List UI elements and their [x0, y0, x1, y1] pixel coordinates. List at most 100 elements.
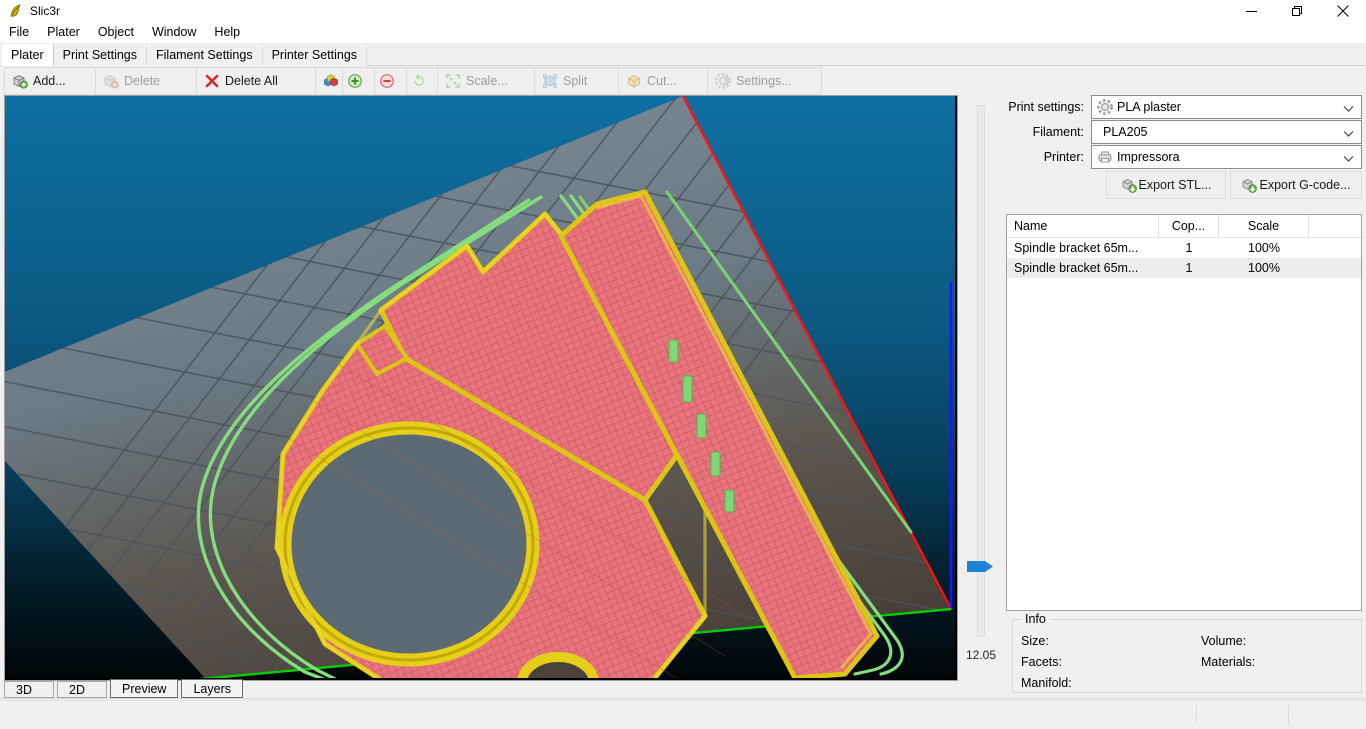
view-tab-layers[interactable]: Layers	[181, 679, 243, 698]
export-stl-button[interactable]: Export STL...	[1106, 171, 1226, 199]
print-settings-combo[interactable]: PLA plaster	[1091, 95, 1362, 119]
filament-row: Filament: PLA205	[1006, 120, 1362, 144]
delete-button[interactable]: Delete	[95, 67, 197, 95]
add-button-label: Add...	[33, 74, 66, 88]
object-list[interactable]: Name Cop... Scale Spindle bracket 65m...…	[1006, 214, 1362, 611]
right-panel: Print settings: PLA plaster Filament: PL…	[1006, 95, 1362, 696]
print-settings-label: Print settings:	[1008, 100, 1084, 114]
cut-button[interactable]: Cut...	[618, 67, 708, 95]
object-settings-button[interactable]: Settings...	[707, 67, 822, 95]
printer-combo[interactable]: Impressora	[1091, 145, 1362, 169]
tab-plater[interactable]: Plater	[2, 44, 54, 66]
split-button-label: Split	[563, 74, 588, 88]
column-header-copies[interactable]: Cop...	[1159, 215, 1219, 237]
scale-button[interactable]: Scale...	[437, 67, 535, 95]
info-line-facets: Facets: Materials:	[1021, 651, 1351, 672]
layer-height-value: 12.05	[965, 648, 997, 662]
info-line-manifold: Manifold:	[1021, 672, 1351, 693]
scale-button-label: Scale...	[466, 74, 508, 88]
slic3r-window: Slic3r File Plater Object Window Help Pl…	[0, 0, 1366, 729]
export-gcode-icon	[1241, 177, 1258, 193]
scale-icon	[445, 73, 461, 89]
object-copies: 1	[1185, 241, 1193, 255]
delete-object-icon	[103, 73, 119, 89]
gear-icon	[1097, 99, 1113, 115]
slic3r-logo-icon	[8, 3, 24, 19]
info-box: Info Size: Volume: Facets: Materials: Ma…	[1012, 612, 1362, 693]
split-button[interactable]: Split	[534, 67, 619, 95]
gcode-preview-render	[5, 96, 955, 678]
filament-label: Filament:	[1032, 125, 1084, 139]
view-tab-bar: 3D 2D Preview Layers	[4, 679, 246, 698]
chevron-down-icon[interactable]	[1343, 127, 1354, 141]
column-header-filler	[1309, 215, 1361, 237]
menu-plater[interactable]: Plater	[38, 23, 89, 42]
chevron-down-icon[interactable]	[1343, 152, 1354, 166]
delete-all-button-label: Delete All	[225, 74, 278, 88]
object-settings-button-label: Settings...	[736, 74, 792, 88]
object-scale: 100%	[1248, 261, 1280, 275]
rotate-ccw-button[interactable]	[406, 67, 439, 95]
restore-button[interactable]	[1274, 0, 1320, 22]
menu-file[interactable]: File	[0, 23, 38, 42]
printer-icon	[1097, 149, 1113, 165]
info-legend: Info	[1021, 612, 1050, 626]
object-list-header: Name Cop... Scale	[1007, 215, 1361, 238]
export-buttons: Export STL... Export G-code...	[1006, 171, 1362, 199]
layer-slider-thumb[interactable]	[966, 558, 994, 575]
printer-value: Impressora	[1117, 150, 1180, 164]
table-row[interactable]: Spindle bracket 65m... 1 100%	[1007, 258, 1361, 278]
object-name: Spindle bracket 65m...	[1014, 241, 1139, 255]
panel-bottom-divider	[0, 698, 1366, 699]
column-header-scale[interactable]: Scale	[1219, 215, 1309, 237]
increase-copies-button[interactable]	[342, 67, 375, 95]
export-stl-icon	[1121, 177, 1137, 193]
view-tab-2d[interactable]: 2D	[57, 681, 107, 698]
export-stl-label: Export STL...	[1138, 178, 1212, 192]
decrease-copies-button[interactable]	[374, 67, 407, 95]
close-button[interactable]	[1320, 0, 1366, 22]
cut-icon	[626, 73, 642, 89]
3d-viewport[interactable]	[4, 95, 958, 681]
delete-all-icon	[204, 73, 220, 89]
window-title: Slic3r	[30, 4, 61, 18]
cut-button-label: Cut...	[647, 74, 677, 88]
chevron-down-icon[interactable]	[1343, 102, 1354, 116]
tab-print-settings[interactable]: Print Settings	[53, 45, 147, 66]
facets-label: Facets:	[1021, 654, 1062, 669]
menu-bar: File Plater Object Window Help	[0, 22, 1366, 43]
split-icon	[542, 73, 558, 89]
menu-object[interactable]: Object	[89, 23, 143, 42]
view-tab-preview[interactable]: Preview	[110, 679, 179, 698]
menu-help[interactable]: Help	[205, 23, 249, 42]
add-button[interactable]: Add...	[4, 67, 96, 95]
minimize-button[interactable]	[1228, 0, 1274, 22]
print-settings-row: Print settings: PLA plaster	[1006, 95, 1362, 119]
export-gcode-button[interactable]: Export G-code...	[1230, 171, 1362, 199]
printer-label: Printer:	[1043, 150, 1084, 164]
view-tab-3d[interactable]: 3D	[4, 681, 54, 698]
rotate-ccw-icon	[411, 73, 427, 89]
plater-toolbar: Add... Delete Delete All Scale... Split …	[0, 67, 1366, 95]
object-scale: 100%	[1248, 241, 1280, 255]
volume-label: Volume:	[1201, 633, 1247, 648]
delete-button-label: Delete	[124, 74, 161, 88]
menu-window[interactable]: Window	[143, 23, 205, 42]
column-header-name[interactable]: Name	[1007, 215, 1159, 237]
status-divider-2	[1288, 705, 1289, 725]
delete-all-button[interactable]: Delete All	[196, 67, 316, 95]
size-label: Size:	[1021, 633, 1049, 648]
layer-slider[interactable]: 12.05	[958, 96, 1004, 679]
filament-value: PLA205	[1103, 125, 1148, 139]
printer-row: Printer: Impressora	[1006, 145, 1362, 169]
filament-combo[interactable]: PLA205	[1091, 120, 1362, 144]
tab-printer-settings[interactable]: Printer Settings	[262, 45, 368, 66]
decrease-copies-icon	[379, 73, 395, 89]
main-tab-bar: Plater Print Settings Filament Settings …	[0, 44, 1366, 66]
tab-filament-settings[interactable]: Filament Settings	[147, 45, 263, 66]
table-row[interactable]: Spindle bracket 65m... 1 100%	[1007, 238, 1361, 258]
add-object-icon	[12, 73, 28, 89]
status-bar	[0, 700, 1366, 729]
status-divider-1	[1196, 705, 1197, 725]
object-copies: 1	[1185, 261, 1193, 275]
